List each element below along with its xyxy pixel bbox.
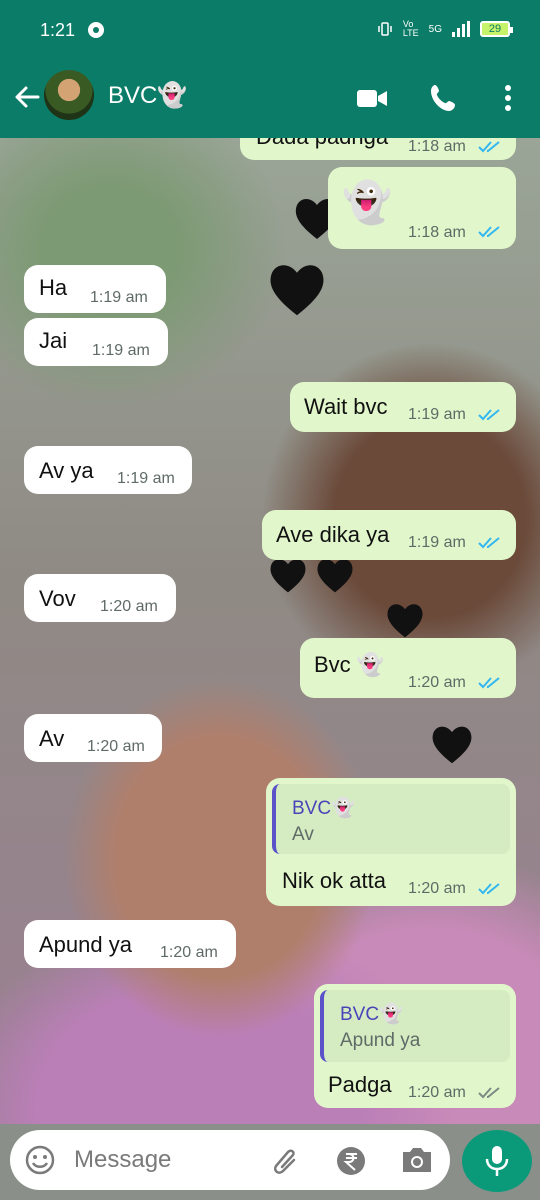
- message-time: 1:18 am: [408, 138, 466, 155]
- incoming-message[interactable]: Vov 1:20 am: [24, 574, 176, 622]
- message-time: 1:20 am: [408, 674, 466, 691]
- message-time: 1:19 am: [90, 289, 148, 306]
- message-input-box[interactable]: Message: [10, 1130, 450, 1190]
- message-time: 1:20 am: [100, 598, 158, 615]
- incoming-message[interactable]: Apund ya 1:20 am: [24, 920, 236, 968]
- message-text: Ha: [39, 275, 68, 300]
- status-bar: 1:21 Vo LTE 5G 29: [0, 0, 540, 62]
- read-ticks-icon: [478, 883, 500, 895]
- message-text: Wait bvc: [304, 394, 388, 419]
- read-ticks-icon: [478, 409, 500, 421]
- emoji-icon[interactable]: [24, 1144, 56, 1176]
- quoted-sender: BVC👻: [292, 798, 355, 819]
- read-ticks-icon: [478, 677, 500, 689]
- message-time: 1:19 am: [408, 534, 466, 551]
- outgoing-reply-message[interactable]: BVC👻 Av Nik ok atta 1:20 am: [266, 778, 516, 906]
- incoming-message[interactable]: Jai 1:19 am: [24, 318, 168, 366]
- quoted-text: Av: [292, 824, 314, 845]
- heart-decoration-icon: [432, 726, 472, 764]
- quoted-sender: BVC👻: [340, 1004, 403, 1025]
- heart-decoration-icon: [317, 559, 353, 593]
- attach-icon[interactable]: [268, 1142, 302, 1178]
- message-time: 1:20 am: [160, 944, 218, 961]
- 5g-label: 5G: [428, 23, 442, 35]
- message-time: 1:19 am: [117, 470, 175, 487]
- message-text: 👻: [342, 181, 392, 225]
- voice-call-icon[interactable]: [428, 82, 460, 114]
- battery-icon: 29: [480, 21, 513, 37]
- video-call-icon[interactable]: [356, 82, 388, 114]
- microphone-icon: [485, 1146, 509, 1176]
- read-ticks-icon: [478, 537, 500, 549]
- outgoing-reply-message[interactable]: BVC👻 Apund ya Padga 1:20 am: [314, 984, 516, 1108]
- incoming-message[interactable]: Av 1:20 am: [24, 714, 162, 762]
- message-text: Bvc 👻: [314, 652, 385, 677]
- incoming-message[interactable]: Av ya 1:19 am: [24, 446, 192, 494]
- contact-name[interactable]: BVC👻: [108, 81, 187, 110]
- message-time: 1:19 am: [92, 342, 150, 359]
- status-time: 1:21: [40, 20, 76, 40]
- heart-decoration-icon: [270, 265, 324, 316]
- outgoing-message[interactable]: Bvc 👻 1:20 am: [300, 638, 516, 698]
- message-text: Padga: [328, 1072, 392, 1097]
- header-overlay: BVC👻: [0, 62, 540, 138]
- quoted-text: Apund ya: [340, 1030, 421, 1051]
- quoted-message[interactable]: BVC👻 Av: [272, 784, 510, 854]
- message-text: Ave dika ya: [276, 522, 390, 547]
- outgoing-message[interactable]: Wait bvc 1:19 am: [290, 382, 516, 432]
- outgoing-message[interactable]: Ave dika ya 1:19 am: [262, 510, 516, 560]
- quoted-message[interactable]: BVC👻 Apund ya: [320, 990, 510, 1062]
- read-ticks-icon: [478, 226, 500, 238]
- back-arrow-icon[interactable]: [12, 82, 42, 112]
- message-time: 1:20 am: [408, 1084, 466, 1101]
- message-text: Av ya: [39, 458, 94, 483]
- heart-decoration-icon: [270, 559, 306, 593]
- battery-level: 29: [488, 23, 502, 35]
- message-text: Jai: [39, 328, 68, 353]
- message-time: 1:19 am: [408, 406, 466, 423]
- status-indicators: Vo LTE 5G 29: [377, 19, 513, 38]
- message-text: Nik ok atta: [282, 868, 386, 893]
- message-input[interactable]: Message: [74, 1146, 171, 1174]
- contact-avatar[interactable]: [44, 70, 94, 120]
- message-text: Vov: [39, 586, 76, 611]
- heart-decoration-icon: [387, 604, 423, 638]
- message-text: Av: [39, 726, 65, 751]
- outgoing-message[interactable]: 👻 1:18 am: [328, 167, 516, 249]
- message-time: 1:18 am: [408, 224, 466, 241]
- read-ticks-icon: [478, 141, 500, 153]
- message-time: 1:20 am: [87, 738, 145, 755]
- message-text: Apund ya: [39, 932, 132, 957]
- delivered-ticks-icon: [478, 1087, 500, 1099]
- vibrate-icon: [378, 22, 392, 36]
- camera-icon[interactable]: [400, 1146, 434, 1174]
- signal-icon: [452, 21, 470, 37]
- rupee-payment-icon[interactable]: [336, 1146, 366, 1176]
- message-time: 1:20 am: [408, 880, 466, 897]
- incoming-message[interactable]: Ha 1:19 am: [24, 265, 166, 313]
- chrome-notification-icon: [88, 22, 104, 38]
- more-options-icon[interactable]: [492, 82, 524, 114]
- composer-bar: Message: [0, 1124, 540, 1200]
- microphone-button[interactable]: [462, 1130, 532, 1192]
- volte-label: Vo LTE: [402, 19, 419, 38]
